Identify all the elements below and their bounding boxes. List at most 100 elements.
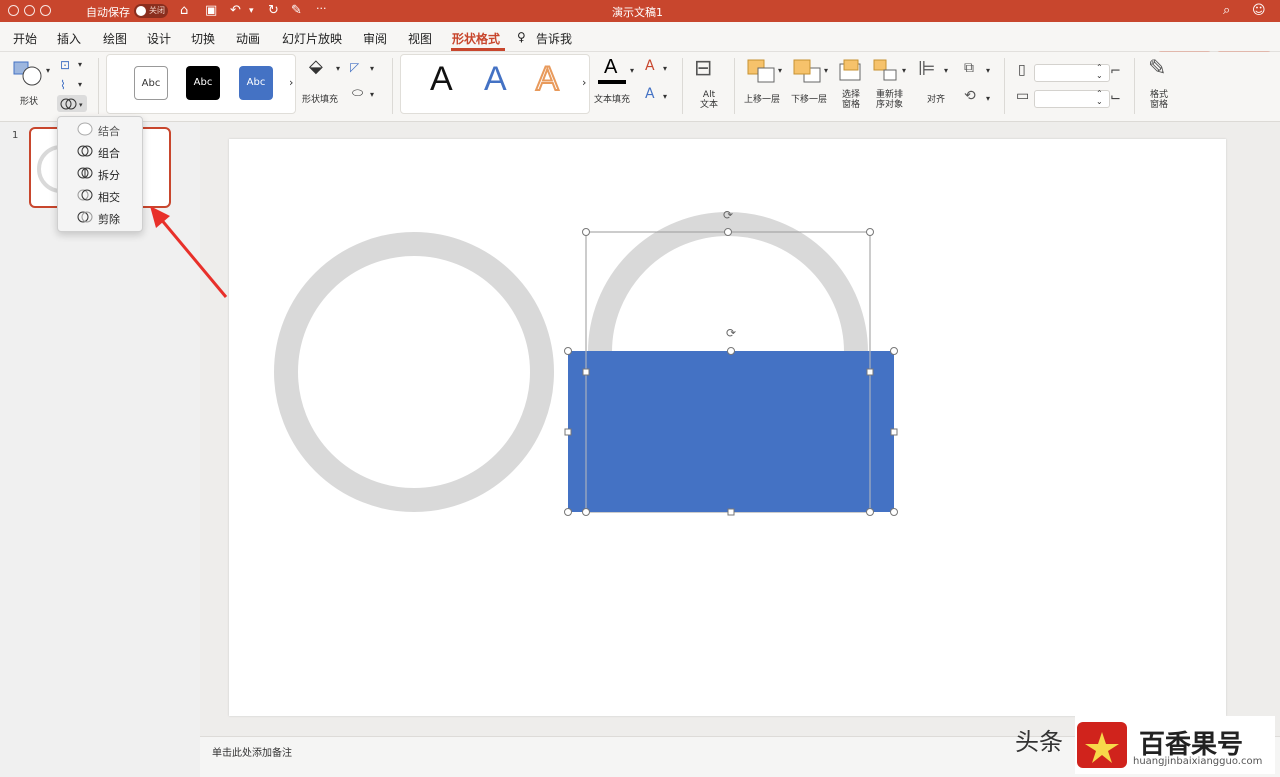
tab-animations[interactable]: 动画: [236, 30, 260, 47]
wordart-next-button[interactable]: ›: [582, 76, 586, 89]
redo-icon[interactable]: ↻: [268, 2, 279, 20]
rotate-icon[interactable]: ⟲: [964, 88, 976, 104]
merge-shapes-button[interactable]: ▾: [57, 95, 87, 112]
reorder-dropdown-icon[interactable]: ▾: [902, 66, 906, 75]
reorder-objects-icon[interactable]: [872, 58, 900, 88]
bring-forward-label[interactable]: 上移一层: [744, 92, 780, 105]
text-fill-dropdown-icon[interactable]: ▾: [630, 66, 634, 75]
alt-text-label[interactable]: Alt 文本: [700, 90, 718, 110]
close-window-button[interactable]: [8, 5, 19, 16]
paint-bucket-icon[interactable]: ⬙: [309, 56, 323, 77]
text-fill-button[interactable]: A: [596, 56, 630, 86]
text-box-dropdown-icon[interactable]: ▾: [78, 60, 82, 69]
annotation-arrow: [150, 206, 228, 298]
format-pane-icon[interactable]: ✎: [1148, 56, 1166, 81]
group-dropdown-icon[interactable]: ▾: [986, 66, 990, 75]
send-backward-label[interactable]: 下移一层: [791, 92, 827, 105]
active-tab-indicator: [451, 48, 505, 51]
shape-outline-icon[interactable]: ◸: [350, 60, 359, 74]
ring-rotate-handle-icon[interactable]: ⟳: [723, 208, 733, 222]
autosave-toggle[interactable]: 关闭: [134, 4, 168, 18]
text-outline-icon[interactable]: A: [645, 58, 655, 74]
reorder-objects-label[interactable]: 重新排 序对象: [876, 90, 903, 110]
selection-pane-icon[interactable]: [838, 58, 866, 88]
bring-forward-dropdown-icon[interactable]: ▾: [778, 66, 782, 75]
text-box-icon[interactable]: ⊡: [60, 58, 70, 72]
ribbon-separator: [98, 58, 99, 114]
edit-shape-icon[interactable]: ⌇: [60, 78, 66, 92]
tab-home[interactable]: 开始: [13, 30, 37, 47]
width-icon: ▭: [1016, 88, 1030, 104]
width-stepper[interactable]: ⌃ ⌄: [1096, 90, 1103, 106]
autosave-toggle-state: 关闭: [149, 6, 165, 15]
crop-icon[interactable]: ⌙: [1110, 90, 1121, 105]
search-icon[interactable]: ⌕: [1223, 2, 1230, 20]
shape-effects-dropdown-icon[interactable]: ▾: [370, 90, 374, 99]
tab-slideshow[interactable]: 幻灯片放映: [282, 30, 342, 47]
merge-shapes-icon: ▾: [60, 98, 83, 110]
home-icon[interactable]: ⌂: [180, 2, 188, 20]
merge-subtract-item[interactable]: 剪除: [58, 207, 144, 229]
more-commands-icon[interactable]: ···: [316, 2, 327, 15]
text-effects-dropdown-icon[interactable]: ▾: [663, 92, 667, 101]
title-bar: 自动保存 关闭 ⌂ ▣ ↶ ▾ ↻ ✎ ··· 演示文稿1 ⌕ ☺: [0, 0, 1280, 22]
tab-insert[interactable]: 插入: [57, 30, 81, 47]
shapes-dropdown-icon[interactable]: ▾: [46, 66, 50, 75]
styles-next-button[interactable]: ›: [289, 76, 293, 89]
tab-design[interactable]: 设计: [147, 30, 171, 47]
shape-effects-icon[interactable]: ⬭: [352, 86, 363, 101]
undo-icon[interactable]: ↶: [230, 2, 241, 20]
shape-style-blue[interactable]: Abc: [239, 66, 273, 100]
merge-fragment-item[interactable]: 拆分: [58, 163, 144, 185]
tab-review[interactable]: 审阅: [363, 30, 387, 47]
rotate-dropdown-icon[interactable]: ▾: [986, 94, 990, 103]
tell-me-search[interactable]: 告诉我: [536, 30, 572, 47]
shape-fill-label[interactable]: 形状填充: [302, 92, 338, 105]
save-icon[interactable]: ▣: [205, 2, 217, 20]
edit-shape-dropdown-icon[interactable]: ▾: [78, 80, 82, 89]
selection-pane-label[interactable]: 选择 窗格: [842, 90, 860, 110]
shape-outline-dropdown-icon[interactable]: ▾: [370, 64, 374, 73]
shape-style-white[interactable]: Abc: [134, 66, 168, 100]
shape-style-black[interactable]: Abc: [186, 66, 220, 100]
shape-fill-dropdown-icon[interactable]: ▾: [336, 64, 340, 73]
zoom-window-button[interactable]: [40, 5, 51, 16]
send-backward-dropdown-icon[interactable]: ▾: [824, 66, 828, 75]
tab-draw[interactable]: 绘图: [103, 30, 127, 47]
edit-icon[interactable]: ✎: [291, 2, 302, 20]
tab-view[interactable]: 视图: [408, 30, 432, 47]
alt-text-icon[interactable]: ⊟: [694, 56, 712, 81]
bring-forward-icon[interactable]: [746, 58, 778, 88]
align-dropdown-icon[interactable]: ▾: [944, 66, 948, 75]
ribbon-separator: [392, 58, 393, 114]
watermark: 头条 百香果号 huangjinbaixiangguo.com: [1015, 716, 1275, 774]
insert-shapes-button[interactable]: 形状: [10, 58, 46, 108]
lock-aspect-icon[interactable]: ⌐: [1110, 64, 1121, 79]
merge-combine-item[interactable]: 组合: [58, 141, 144, 163]
rect-rotate-handle-icon[interactable]: ⟳: [726, 326, 736, 340]
align-icon[interactable]: ⊫: [918, 56, 935, 80]
minimize-window-button[interactable]: [24, 5, 35, 16]
tab-transitions[interactable]: 切换: [191, 30, 215, 47]
align-label[interactable]: 对齐: [927, 92, 945, 105]
undo-dropdown-icon[interactable]: ▾: [249, 2, 254, 20]
format-pane-label[interactable]: 格式 窗格: [1150, 90, 1168, 110]
text-outline-dropdown-icon[interactable]: ▾: [663, 64, 667, 73]
group-icon[interactable]: ⧉: [964, 60, 974, 76]
wordart-style-blue[interactable]: A: [484, 60, 507, 99]
wordart-style-orange-outline[interactable]: A: [535, 59, 560, 99]
text-effects-icon[interactable]: A: [645, 86, 655, 102]
wordart-style-black[interactable]: A: [430, 60, 453, 99]
ribbon-separator: [1134, 58, 1135, 114]
ribbon-separator: [1004, 58, 1005, 114]
merge-union-item[interactable]: 结合: [58, 119, 144, 141]
slide-shapes: ⟳ ⟳: [274, 208, 898, 516]
send-backward-icon[interactable]: [792, 58, 824, 88]
blue-rectangle-shape[interactable]: [568, 351, 894, 512]
account-icon[interactable]: ☺: [1252, 2, 1266, 20]
slide-canvas[interactable]: ⟳ ⟳: [229, 139, 1226, 716]
tab-shape-format[interactable]: 形状格式: [452, 30, 500, 47]
left-ring-shape[interactable]: [274, 232, 554, 512]
height-stepper[interactable]: ⌃ ⌄: [1096, 64, 1103, 80]
merge-intersect-item[interactable]: 相交: [58, 185, 144, 207]
